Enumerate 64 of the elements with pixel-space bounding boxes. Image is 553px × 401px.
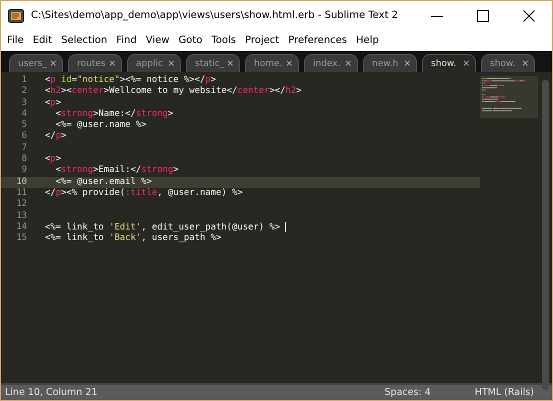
menu-item[interactable]: Goto xyxy=(174,35,208,46)
file-tab[interactable]: new.h × xyxy=(363,54,417,72)
close-icon[interactable]: × xyxy=(285,58,293,68)
line-number: 7 xyxy=(20,142,28,154)
file-tab[interactable]: index. × xyxy=(304,54,358,72)
file-tab[interactable]: applic × xyxy=(127,54,181,72)
code-line: </p> xyxy=(45,131,66,142)
line-number: 2 xyxy=(20,86,28,98)
close-icon[interactable]: × xyxy=(344,58,352,68)
file-tab[interactable]: home. × xyxy=(245,54,299,72)
syntax-setting[interactable]: HTML (Rails) xyxy=(474,387,534,398)
menu-item[interactable]: File xyxy=(3,35,29,46)
line-number: 8 xyxy=(20,154,28,165)
code-line: <%= @user.name %> xyxy=(55,120,147,130)
maximize-icon[interactable] xyxy=(477,10,489,22)
line-number: 1 xyxy=(20,75,28,86)
file-tab[interactable]: show. × xyxy=(422,54,476,72)
line-number: 11 xyxy=(15,188,28,199)
code-line: <%= link_to 'Edit', edit_user_path(@user) %> xyxy=(45,222,282,232)
window-title: C:\Sites\demo\app_demo\app\views\users\show.html.erb - Sublime Text 2 xyxy=(31,10,400,21)
line-number: 15 xyxy=(15,233,28,244)
code-line: <h2><center>Wellcome to my website</center></h2> xyxy=(45,86,302,96)
line-number: 9 xyxy=(20,165,28,177)
line-number: 12 xyxy=(15,199,28,211)
menu-item[interactable]: Find xyxy=(112,35,142,46)
line-number: 3 xyxy=(20,98,28,109)
file-tab[interactable]: static_ × xyxy=(186,54,240,72)
close-icon[interactable]: × xyxy=(167,58,175,68)
line-number: 14 xyxy=(15,222,28,234)
line-number: 13 xyxy=(15,210,28,222)
menu-item[interactable]: Edit xyxy=(28,35,58,46)
menu-item[interactable]: Help xyxy=(352,35,384,46)
menu-item[interactable]: View xyxy=(142,35,174,46)
close-icon[interactable]: × xyxy=(108,58,116,68)
code-line: <%= @user.email %> xyxy=(54,176,152,187)
line-number: 5 xyxy=(20,120,28,131)
file-tab[interactable]: show. × xyxy=(481,54,535,72)
code-line: <p> xyxy=(45,98,62,108)
menu-item[interactable]: Preferences xyxy=(284,35,352,46)
close-icon[interactable] xyxy=(523,10,535,22)
indentation-setting[interactable]: Spaces: 4 xyxy=(384,387,431,398)
code-line: <strong>Name:</strong> xyxy=(54,108,174,119)
close-icon[interactable]: × xyxy=(462,58,470,68)
code-line: <strong>Email:</strong> xyxy=(54,165,179,176)
file-tab[interactable]: users_ × xyxy=(9,54,63,72)
close-icon[interactable]: × xyxy=(521,58,529,68)
menu-item[interactable]: Selection xyxy=(57,35,112,46)
close-icon[interactable]: × xyxy=(226,58,234,68)
code-line: </p><% provide(:title, @user.name) %> xyxy=(45,188,243,198)
line-number: 10 xyxy=(1,176,35,188)
cursor-position: Line 10, Column 21 xyxy=(5,387,98,398)
code-line: <p> xyxy=(45,154,62,164)
file-tab[interactable]: routes × xyxy=(68,54,122,72)
app-icon xyxy=(8,8,24,22)
menu-item[interactable]: Tools xyxy=(207,35,241,46)
close-icon[interactable]: × xyxy=(49,58,57,68)
line-number: 4 xyxy=(20,108,28,120)
scrollbar[interactable] xyxy=(542,80,549,390)
minimap[interactable] xyxy=(480,76,538,118)
menu-item[interactable]: Project xyxy=(240,35,284,46)
line-number: 6 xyxy=(20,131,28,143)
code-line: <%= link_to 'Back', users_path %> xyxy=(45,233,222,244)
code-line: <p id="notice"><%= notice %></p> xyxy=(45,75,216,85)
close-icon[interactable]: × xyxy=(403,58,411,68)
